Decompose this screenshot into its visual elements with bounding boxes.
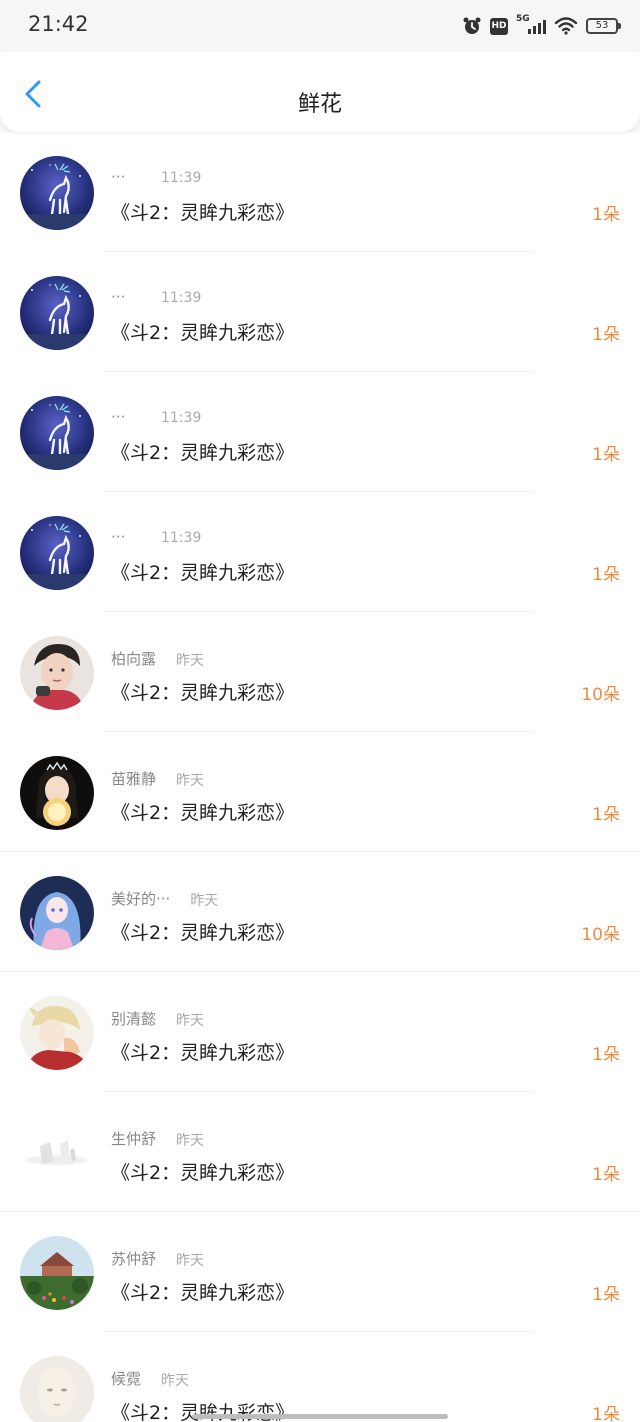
sent-time: 昨天 [176, 1133, 205, 1149]
signal-icon: 5G [516, 14, 546, 36]
sender-name: 苏仲舒 [111, 1250, 157, 1268]
book-title: 《斗2：灵眸九彩恋》 [111, 442, 295, 464]
book-title: 《斗2：灵眸九彩恋》 [111, 1042, 295, 1064]
book-title: 《斗2：灵眸九彩恋》 [111, 922, 295, 944]
avatar[interactable] [20, 156, 94, 230]
book-title: 《斗2：灵眸九彩恋》 [111, 1282, 295, 1304]
sender-name: ··· [111, 528, 126, 546]
sender-name: ··· [111, 288, 126, 306]
list-item[interactable]: ··· 11:39 《斗2：灵眸九彩恋》 1朵 [0, 132, 640, 252]
battery-icon: 53 [586, 18, 621, 34]
sent-time: 11:39 [161, 530, 202, 546]
flower-count: 1朵 [592, 565, 620, 585]
book-title: 《斗2：灵眸九彩恋》 [111, 1162, 295, 1184]
wifi-icon [554, 16, 578, 36]
sent-time: 昨天 [176, 653, 205, 669]
sent-time: 昨天 [176, 1013, 205, 1029]
screen: 21:42 HD 5G 53 鲜花 ··· 11:39 《斗2：灵眸九彩恋》 1… [0, 0, 640, 1422]
flower-count: 1朵 [592, 325, 620, 345]
list-item[interactable]: ··· 11:39 《斗2：灵眸九彩恋》 1朵 [0, 252, 640, 372]
flower-count: 10朵 [581, 925, 620, 945]
status-time: 21:42 [28, 12, 89, 36]
list-item[interactable]: 候霓 昨天 《斗2：灵眸九彩恋》 1朵 [0, 1332, 640, 1422]
flower-count: 1朵 [592, 1285, 620, 1305]
sender-name: ··· [111, 168, 126, 186]
sent-time: 11:39 [161, 410, 202, 426]
avatar[interactable] [20, 276, 94, 350]
sent-time: 11:39 [161, 170, 202, 186]
flower-list: ··· 11:39 《斗2：灵眸九彩恋》 1朵 ··· 11:39 《斗2：灵眸九彩恋》 1… [0, 132, 640, 1422]
sender-name: 苗雅静 [111, 770, 157, 788]
book-title: 《斗2：灵眸九彩恋》 [111, 202, 295, 224]
flower-count: 1朵 [592, 445, 620, 465]
sent-time: 昨天 [176, 773, 205, 789]
avatar[interactable] [20, 636, 94, 710]
status-bar: 21:42 HD 5G 53 [0, 0, 640, 52]
book-title: 《斗2：灵眸九彩恋》 [111, 802, 295, 824]
home-indicator[interactable] [192, 1414, 448, 1419]
avatar[interactable] [20, 516, 94, 590]
sent-time: 昨天 [176, 1253, 205, 1269]
list-item[interactable]: 苏仲舒 昨天《斗2：灵眸九彩恋》 1朵 [0, 1212, 640, 1332]
flower-count: 1朵 [592, 1405, 620, 1422]
list-item[interactable]: ··· 11:39 《斗2：灵眸九彩恋》 1朵 [0, 492, 640, 612]
sender-name: 生仲舒 [111, 1130, 157, 1148]
sender-name: 美好的··· [111, 890, 171, 908]
list-item[interactable]: 柏向露 昨天《斗2：灵眸九彩恋》 10朵 [0, 612, 640, 732]
book-title: 《斗2：灵眸九彩恋》 [111, 562, 295, 584]
list-item[interactable]: ··· 11:39 《斗2：灵眸九彩恋》 1朵 [0, 372, 640, 492]
sent-time: 昨天 [161, 1373, 190, 1389]
sender-name: 候霓 [111, 1370, 142, 1388]
nav-header: 鲜花 [0, 52, 640, 132]
flower-count: 1朵 [592, 805, 620, 825]
book-title: 《斗2：灵眸九彩恋》 [111, 322, 295, 344]
list-item[interactable]: 美好的··· 昨天《斗2：灵眸九彩恋》 10朵 [0, 852, 640, 972]
book-title: 《斗2：灵眸九彩恋》 [111, 682, 295, 704]
avatar[interactable] [20, 1116, 94, 1190]
sender-name: 柏向露 [111, 650, 157, 668]
sender-name: 别清懿 [111, 1010, 157, 1028]
sent-time: 11:39 [161, 290, 202, 306]
avatar[interactable] [20, 396, 94, 470]
avatar[interactable] [20, 876, 94, 950]
sender-name: ··· [111, 408, 126, 426]
avatar[interactable] [20, 756, 94, 830]
avatar[interactable] [20, 1356, 94, 1422]
flower-count: 1朵 [592, 1165, 620, 1185]
status-icons: HD 5G 53 [462, 14, 621, 38]
list-item[interactable]: 生仲舒 昨天《斗2：灵眸九彩恋》 1朵 [0, 1092, 640, 1212]
list-item[interactable]: 苗雅静 昨天《斗2：灵眸九彩恋》 1朵 [0, 732, 640, 852]
alarm-icon [462, 16, 482, 36]
page-title: 鲜花 [297, 92, 342, 117]
flower-count: 1朵 [592, 205, 620, 225]
sent-time: 昨天 [190, 893, 219, 909]
avatar[interactable] [20, 1236, 94, 1310]
flower-count: 1朵 [592, 1045, 620, 1065]
hd-icon: HD [490, 17, 508, 35]
list-item[interactable]: 别清懿 昨天《斗2：灵眸九彩恋》 1朵 [0, 972, 640, 1092]
avatar[interactable] [20, 996, 94, 1070]
flower-count: 10朵 [581, 685, 620, 705]
